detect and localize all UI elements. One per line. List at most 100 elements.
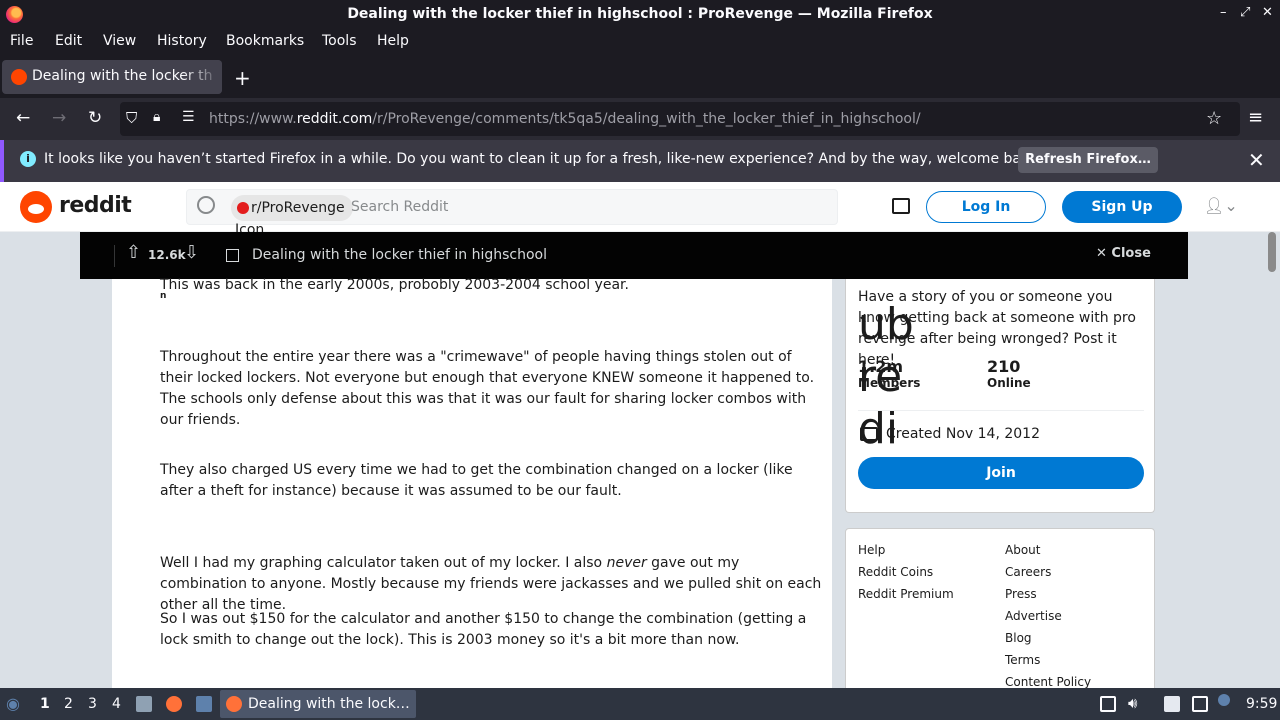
paragraph-1: This was back in the early 2000s, probob… xyxy=(160,277,629,293)
start-menu-icon[interactable]: ◉ xyxy=(6,694,22,713)
page-viewport: reddit r/ProRevenge Search Reddit Icon L… xyxy=(0,182,1280,688)
url-prefix: https://www. xyxy=(209,111,297,127)
divider xyxy=(114,245,115,267)
workspace-3[interactable]: 3 xyxy=(88,696,97,712)
hamburger-menu-icon[interactable]: ≡ xyxy=(1248,107,1263,128)
clock: 9:59 xyxy=(1246,696,1278,712)
menu-history[interactable]: History xyxy=(157,33,207,49)
close-icon: ✕ xyxy=(1096,246,1112,261)
navigation-bar: ← → ↻ ⛉ 🔒︎ ☰ https://www.reddit.com/r/Pr… xyxy=(0,98,1280,140)
clipboard-icon[interactable] xyxy=(1100,696,1116,712)
taskbar: ◉ 1 2 3 4 Dealing with the lock… 🔊︎ 9:59 xyxy=(0,688,1280,720)
search-bar[interactable]: r/ProRevenge Search Reddit Icon xyxy=(186,189,838,238)
paragraph-2: Throughout the entire year there was a "… xyxy=(160,349,815,428)
user-menu-icon[interactable]: 👤︎⌄ xyxy=(1204,196,1244,218)
new-tab-button[interactable]: + xyxy=(234,66,251,90)
join-button[interactable]: Join xyxy=(858,457,1144,489)
menu-help[interactable]: Help xyxy=(377,33,409,49)
signup-button[interactable]: Sign Up xyxy=(1062,191,1182,223)
post-top-bar: ⇧ 12.6k ⇩ Dealing with the locker thief … xyxy=(80,232,1188,279)
upvote-icon[interactable]: ⇧ xyxy=(126,242,141,263)
firefox-icon xyxy=(226,696,242,712)
link-blog[interactable]: Blog xyxy=(1005,631,1032,645)
reload-icon[interactable]: ↻ xyxy=(88,108,102,128)
link-terms[interactable]: Terms xyxy=(1005,653,1040,667)
update-notification-icon[interactable] xyxy=(1218,694,1230,706)
lock-icon[interactable]: 🔒︎ xyxy=(153,109,160,125)
shield-icon[interactable]: ⛉ xyxy=(126,109,137,127)
link-press[interactable]: Press xyxy=(1005,587,1037,601)
link-reddit-coins[interactable]: Reddit Coins xyxy=(858,565,933,579)
paragraph-5: So I was out $150 for the calculator and… xyxy=(160,611,807,648)
terminal-icon[interactable] xyxy=(196,696,212,712)
reddit-header: reddit r/ProRevenge Search Reddit Icon L… xyxy=(0,182,1280,238)
emphasis: never xyxy=(606,555,647,571)
subreddit-chip-label: r/ProRevenge xyxy=(251,200,345,216)
tab-fade xyxy=(182,60,222,94)
window-titlebar: Dealing with the locker thief in highsch… xyxy=(0,0,1280,30)
window-title: Dealing with the locker thief in highsch… xyxy=(347,6,933,22)
minimize-button[interactable]: – xyxy=(1220,5,1227,20)
members-count: 1.2m xyxy=(858,357,904,376)
downvote-icon[interactable]: ⇩ xyxy=(184,242,199,263)
link-about[interactable]: About xyxy=(1005,543,1040,557)
close-post-button[interactable]: ✕ Close xyxy=(1096,246,1151,261)
back-arrow-icon[interactable]: ← xyxy=(16,108,30,128)
advertise-icon[interactable] xyxy=(892,198,910,214)
page-scrollbar[interactable] xyxy=(1268,232,1276,272)
menu-file[interactable]: File xyxy=(10,33,33,49)
page-info-icon[interactable]: ☰ xyxy=(182,109,195,125)
notes-icon[interactable] xyxy=(1164,696,1180,712)
workspace-4[interactable]: 4 xyxy=(112,696,121,712)
paragraph-4: Well I had my graphing calculator taken … xyxy=(160,555,822,613)
login-button[interactable]: Log In xyxy=(926,191,1046,223)
workspace-1[interactable]: 1 xyxy=(40,696,50,712)
link-help[interactable]: Help xyxy=(858,543,885,557)
subreddit-chip[interactable]: r/ProRevenge xyxy=(231,195,353,221)
post-overlay: ⇧ 12.6k ⇩ Dealing with the locker thief … xyxy=(80,232,1188,688)
refresh-notification: i It looks like you haven’t started Fire… xyxy=(0,140,1280,182)
display-icon[interactable] xyxy=(1192,696,1208,712)
menu-bookmarks[interactable]: Bookmarks xyxy=(226,33,304,49)
file-manager-icon[interactable] xyxy=(136,696,152,712)
close-window-button[interactable]: ✕ xyxy=(1262,5,1273,20)
paragraph-3: They also charged US every time we had t… xyxy=(160,462,793,499)
link-content-policy[interactable]: Content Policy xyxy=(1005,675,1091,688)
bookmark-star-icon[interactable]: ☆ xyxy=(1206,108,1222,129)
menu-view[interactable]: View xyxy=(103,33,136,49)
vote-count: 12.6k xyxy=(148,248,186,262)
refresh-firefox-button[interactable]: Refresh Firefox… xyxy=(1018,147,1158,173)
taskbar-app-label: Dealing with the lock… xyxy=(248,696,410,712)
search-icon xyxy=(197,196,215,214)
volume-icon[interactable]: 🔊︎ xyxy=(1128,694,1144,712)
tab-active[interactable]: Dealing with the locker thief in highsch… xyxy=(2,60,222,94)
url-domain: reddit.com xyxy=(296,111,373,127)
firefox-launcher-icon[interactable] xyxy=(166,696,182,712)
forward-arrow-icon[interactable]: → xyxy=(52,108,66,128)
url-bar[interactable]: ⛉ 🔒︎ ☰ https://www.reddit.com/r/ProReven… xyxy=(120,102,1240,136)
search-input[interactable]: Search Reddit xyxy=(351,199,448,215)
post-title: Dealing with the locker thief in highsch… xyxy=(252,247,547,263)
cake-icon xyxy=(860,427,878,441)
reddit-favicon-icon xyxy=(11,69,27,85)
taskbar-firefox-window[interactable]: Dealing with the lock… xyxy=(220,690,416,718)
reddit-wordmark[interactable]: reddit xyxy=(59,193,132,218)
notification-message: It looks like you haven’t started Firefo… xyxy=(44,151,1043,167)
close-notification-icon[interactable]: ✕ xyxy=(1248,148,1265,172)
online-stat: 210 Online xyxy=(987,357,1031,390)
info-icon: i xyxy=(20,151,36,167)
maximize-button[interactable]: ⤢ xyxy=(1240,5,1250,20)
online-label: Online xyxy=(987,376,1031,390)
menu-edit[interactable]: Edit xyxy=(55,33,82,49)
link-reddit-premium[interactable]: Reddit Premium xyxy=(858,587,954,601)
members-stat: 1.2m Members xyxy=(858,357,920,390)
online-count: 210 xyxy=(987,357,1021,376)
link-advertise[interactable]: Advertise xyxy=(1005,609,1062,623)
reddit-logo-icon[interactable] xyxy=(20,191,52,223)
community-info-card: Have a story of you or someone you know … xyxy=(845,279,1155,513)
link-careers[interactable]: Careers xyxy=(1005,565,1051,579)
url-text: https://www.reddit.com/r/ProRevenge/comm… xyxy=(209,111,921,127)
menu-tools[interactable]: Tools xyxy=(322,33,357,49)
tab-bar: Dealing with the locker thief in highsch… xyxy=(0,54,1280,98)
workspace-2[interactable]: 2 xyxy=(64,696,73,712)
